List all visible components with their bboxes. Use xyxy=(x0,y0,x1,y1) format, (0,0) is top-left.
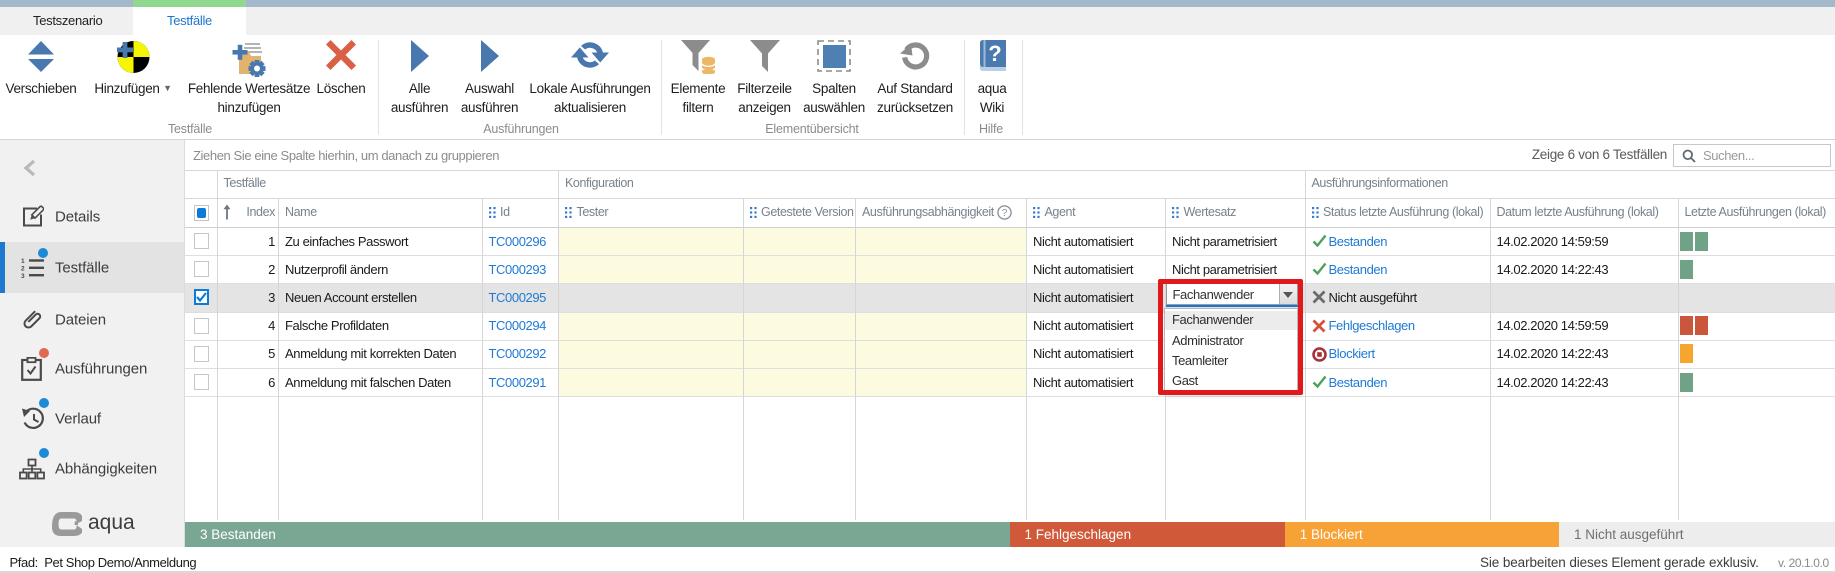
svg-text:?: ? xyxy=(988,41,1001,66)
svg-text:?: ? xyxy=(1002,208,1008,219)
svg-text:3: 3 xyxy=(21,273,25,278)
svg-text:2: 2 xyxy=(21,265,25,272)
svg-text:1: 1 xyxy=(21,258,25,265)
